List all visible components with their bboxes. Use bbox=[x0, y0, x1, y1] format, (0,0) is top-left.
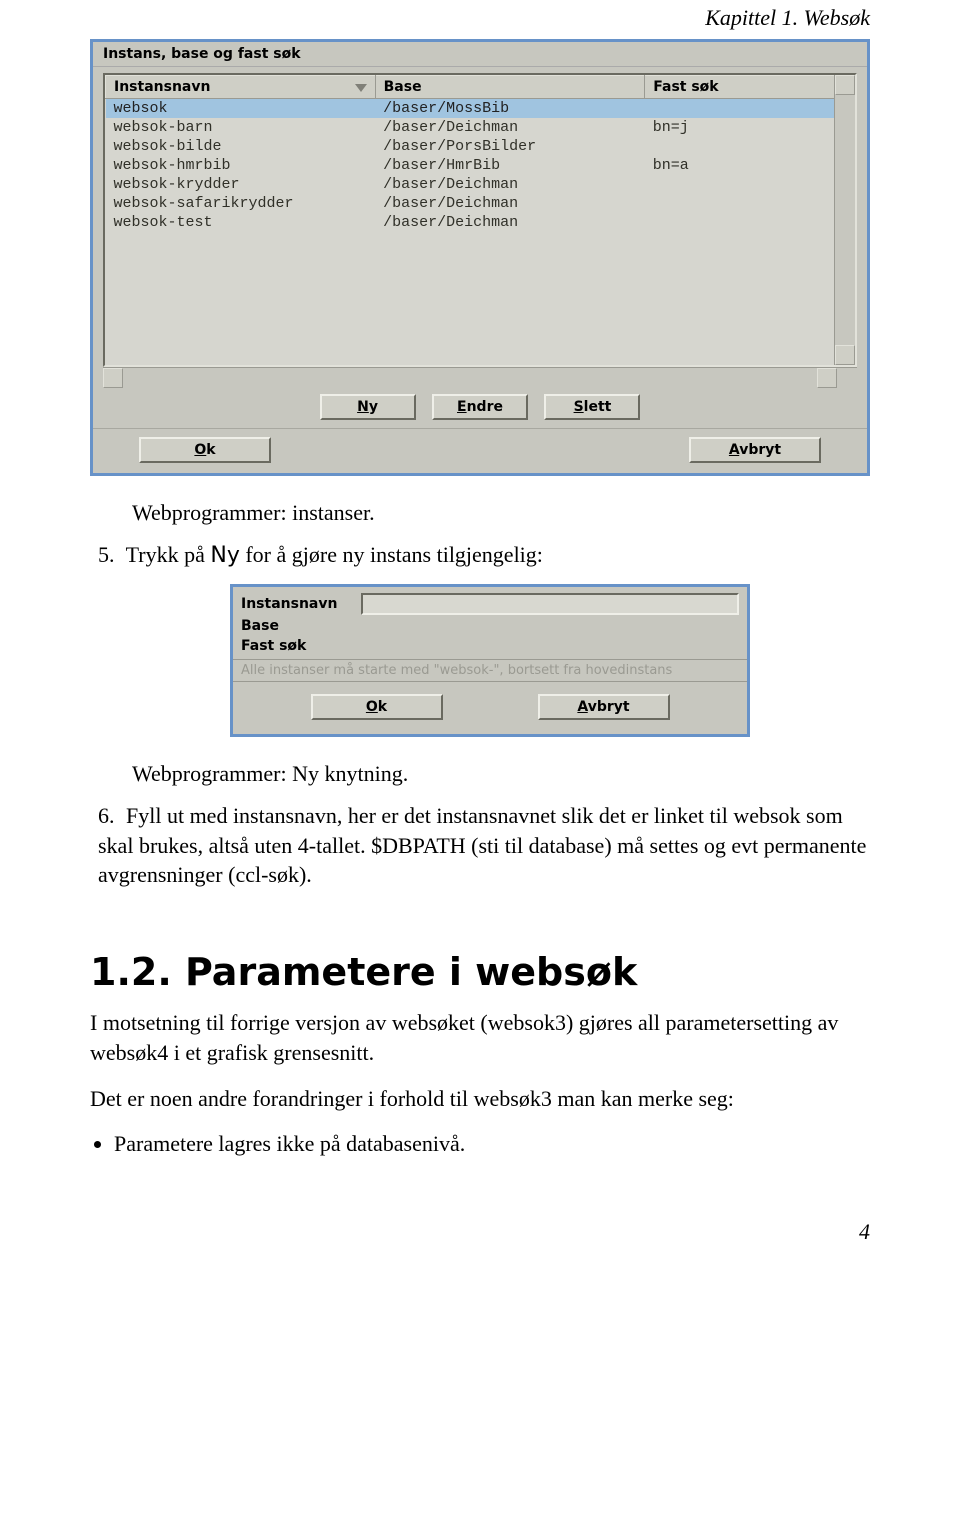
action-button-row: Ny Endre Slett bbox=[103, 388, 857, 422]
label-base: Base bbox=[241, 618, 361, 634]
base-input[interactable] bbox=[361, 617, 739, 635]
scroll-up-icon[interactable] bbox=[835, 75, 855, 95]
step-6: 6. Fyll ut med instansnavn, her er det i… bbox=[98, 801, 870, 890]
page-number: 4 bbox=[90, 1219, 870, 1245]
dialog-title: Instans, base og fast søk bbox=[93, 42, 867, 67]
ny-button[interactable]: Ny bbox=[320, 394, 416, 420]
col-header-instansnavn[interactable]: Instansnavn bbox=[106, 76, 376, 99]
scroll-left-icon[interactable] bbox=[103, 368, 123, 388]
table-row[interactable]: websok /baser/MossBib bbox=[106, 99, 855, 119]
dialog-ny-knytning: Instansnavn Base Fast søk Alle instanser… bbox=[230, 584, 750, 737]
instans-table: Instansnavn Base Fast søk websok /baser/… bbox=[105, 75, 855, 232]
list-item: Parametere lagres ikke på databasenivå. bbox=[114, 1129, 870, 1159]
table-row[interactable]: websok-safarikrydder /baser/Deichman bbox=[106, 194, 855, 213]
label-instansnavn: Instansnavn bbox=[241, 596, 361, 612]
table-row[interactable]: websok-barn /baser/Deichman bn=j bbox=[106, 118, 855, 137]
bullet-list: Parametere lagres ikke på databasenivå. bbox=[90, 1129, 870, 1159]
chapter-header: Kapittel 1. Websøk bbox=[90, 0, 870, 31]
table-row[interactable]: websok-hmrbib /baser/HmrBib bn=a bbox=[106, 156, 855, 175]
table-row[interactable]: websok-test /baser/Deichman bbox=[106, 213, 855, 232]
avbryt-button[interactable]: Avbryt bbox=[689, 437, 821, 463]
hint-text: Alle instanser må starte med "websok-", … bbox=[233, 659, 747, 682]
scroll-down-icon[interactable] bbox=[835, 345, 855, 365]
table-row[interactable]: websok-krydder /baser/Deichman bbox=[106, 175, 855, 194]
step-5: 5. Trykk på Ny for å gjøre ny instans ti… bbox=[98, 540, 870, 571]
ok-button[interactable]: Ok bbox=[311, 694, 443, 720]
vertical-scrollbar[interactable] bbox=[834, 75, 855, 365]
endre-button[interactable]: Endre bbox=[432, 394, 528, 420]
col-header-base[interactable]: Base bbox=[375, 76, 645, 99]
sort-arrow-icon bbox=[355, 84, 367, 92]
ok-cancel-row: Ok Avbryt bbox=[233, 682, 747, 734]
label-fastsok: Fast søk bbox=[241, 638, 361, 654]
section-heading: 1.2. Parametere i websøk bbox=[90, 950, 870, 994]
screenshot-caption: Webprogrammer: instanser. bbox=[132, 498, 870, 528]
instansnavn-input[interactable] bbox=[361, 593, 739, 615]
slett-button[interactable]: Slett bbox=[544, 394, 640, 420]
ok-button[interactable]: Ok bbox=[139, 437, 271, 463]
avbryt-button[interactable]: Avbryt bbox=[538, 694, 670, 720]
table-row[interactable]: websok-bilde /baser/PorsBilder bbox=[106, 137, 855, 156]
table-container: Instansnavn Base Fast søk websok /baser/… bbox=[103, 73, 857, 367]
scroll-right-icon[interactable] bbox=[817, 368, 837, 388]
col-header-fastsok[interactable]: Fast søk bbox=[645, 76, 855, 99]
dialog-instans-base-fastsok: Instans, base og fast søk Instansnavn Ba… bbox=[90, 39, 870, 476]
ok-cancel-row: Ok Avbryt bbox=[93, 429, 867, 473]
fastsok-input[interactable] bbox=[361, 637, 739, 655]
horizontal-scrollbar[interactable] bbox=[103, 367, 857, 388]
body-paragraph: Det er noen andre forandringer i forhold… bbox=[90, 1084, 870, 1114]
ny-inline-ref: Ny bbox=[210, 543, 239, 568]
body-paragraph: I motsetning til forrige versjon av webs… bbox=[90, 1008, 870, 1067]
screenshot-caption: Webprogrammer: Ny knytning. bbox=[132, 759, 870, 789]
